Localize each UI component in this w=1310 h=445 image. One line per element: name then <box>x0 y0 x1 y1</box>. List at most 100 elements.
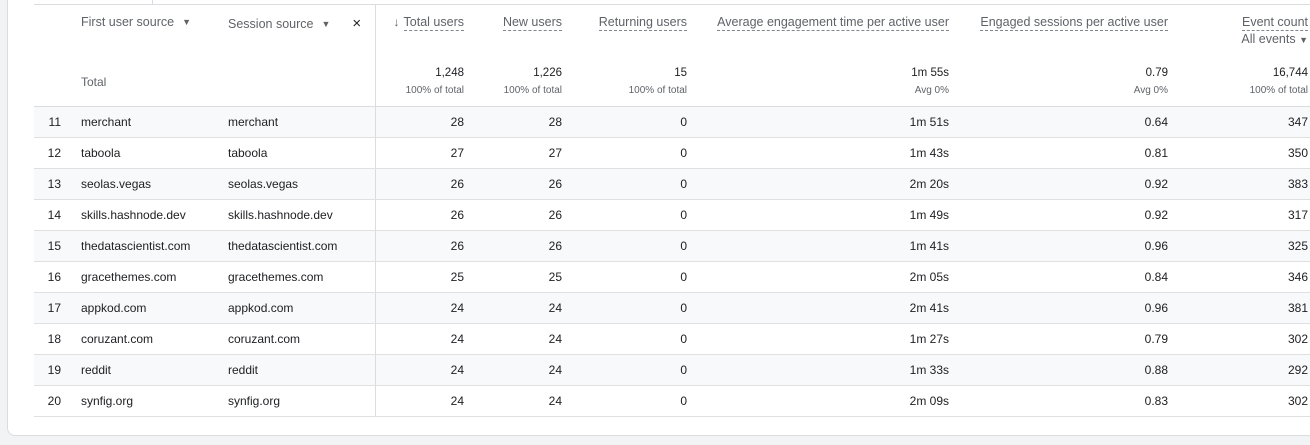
session-source-cell: coruzant.com <box>228 323 376 355</box>
event-count-cell: 383 <box>1172 168 1310 200</box>
dimension-header-session-source[interactable]: Session source ▼ × <box>228 4 376 58</box>
table-row: 14 skills.hashnode.dev skills.hashnode.dev… <box>34 199 1310 231</box>
first-user-source-cell: coruzant.com <box>81 323 228 355</box>
total-percent: 100% of total <box>503 85 562 97</box>
session-source-cell: gracethemes.com <box>228 261 376 293</box>
event-filter-dropdown[interactable]: All events ▼ <box>1172 32 1308 46</box>
metric-label: Event count <box>1241 15 1308 31</box>
total-users-cell: 24 <box>375 292 468 324</box>
first-user-source-cell: skills.hashnode.dev <box>81 199 228 231</box>
event-count-cell: 346 <box>1172 261 1310 293</box>
event-count-cell: 347 <box>1172 106 1310 138</box>
total-users-cell: 26 <box>375 199 468 231</box>
total-percent: Avg 0% <box>1133 85 1168 97</box>
avg-engagement-cell: 2m 05s <box>691 261 953 293</box>
session-source-cell: appkod.com <box>228 292 376 324</box>
new-users-cell: 24 <box>468 292 566 324</box>
engaged-sessions-cell: 0.92 <box>953 168 1172 200</box>
table-row: 17 appkod.com appkod.com 24 24 0 2m 41s 0.96 381 <box>34 292 1310 324</box>
session-source-cell: merchant <box>228 106 376 138</box>
total-value: 15 <box>674 67 687 80</box>
engaged-sessions-cell: 0.84 <box>953 261 1172 293</box>
session-source-cell: synfig.org <box>228 385 376 417</box>
avg-engagement-cell: 1m 51s <box>691 106 953 138</box>
total-users-cell: 26 <box>375 168 468 200</box>
new-users-cell: 27 <box>468 137 566 169</box>
table-row: 18 coruzant.com coruzant.com 24 24 0 1m 27s 0.7… <box>34 323 1310 355</box>
row-index: 17 <box>34 292 81 324</box>
row-index: 13 <box>34 168 81 200</box>
total-users-cell: 25 <box>375 261 468 293</box>
dimension-label: First user source <box>81 15 175 29</box>
sort-descending-icon[interactable]: ↓ <box>394 15 400 29</box>
row-index: 14 <box>34 199 81 231</box>
table-row: 19 reddit reddit 24 24 0 1m 33s 0.88 292 <box>34 354 1310 386</box>
returning-users-cell: 0 <box>566 168 691 200</box>
total-users-total: 1,248 100% of total <box>375 57 468 107</box>
total-value: 1,248 <box>435 67 464 80</box>
engaged-sessions-cell: 0.83 <box>953 385 1172 417</box>
metric-label: Engaged sessions per active user <box>980 15 1168 31</box>
close-icon[interactable]: × <box>352 15 361 32</box>
engaged-sessions-cell: 0.96 <box>953 292 1172 324</box>
table-row: 16 gracethemes.com gracethemes.com 25 25 0 2m … <box>34 261 1310 293</box>
new-users-total: 1,226 100% of total <box>468 57 566 107</box>
engaged-sessions-total: 0.79 Avg 0% <box>953 57 1172 107</box>
metric-label: Returning users <box>598 15 687 31</box>
dimension-header-first-user-source[interactable]: First user source ▼ <box>81 4 228 58</box>
returning-users-cell: 0 <box>566 137 691 169</box>
total-users-cell: 27 <box>375 137 468 169</box>
session-source-cell: reddit <box>228 354 376 386</box>
returning-users-cell: 0 <box>566 292 691 324</box>
total-value: 1,226 <box>533 67 562 80</box>
caret-down-icon[interactable]: ▼ <box>321 19 330 29</box>
engaged-sessions-cell: 0.88 <box>953 354 1172 386</box>
first-user-source-cell: synfig.org <box>81 385 228 417</box>
avg-engagement-cell: 1m 43s <box>691 137 953 169</box>
metric-header-event-count[interactable]: Event count All events ▼ <box>1172 4 1310 58</box>
avg-engagement-cell: 1m 41s <box>691 230 953 262</box>
total-users-cell: 26 <box>375 230 468 262</box>
new-users-cell: 28 <box>468 106 566 138</box>
totals-label: Total <box>34 57 228 107</box>
first-user-source-cell: merchant <box>81 106 228 138</box>
event-count-cell: 350 <box>1172 137 1310 169</box>
caret-down-icon[interactable]: ▼ <box>1299 35 1308 45</box>
new-users-cell: 24 <box>468 385 566 417</box>
metric-header-returning-users[interactable]: Returning users <box>566 4 691 58</box>
avg-engagement-cell: 1m 27s <box>691 323 953 355</box>
row-index: 20 <box>34 385 81 417</box>
session-source-cell: thedatascientist.com <box>228 230 376 262</box>
total-users-cell: 24 <box>375 323 468 355</box>
metric-header-new-users[interactable]: New users <box>468 4 566 58</box>
row-index: 18 <box>34 323 81 355</box>
avg-engagement-cell: 2m 41s <box>691 292 953 324</box>
total-users-cell: 28 <box>375 106 468 138</box>
metric-header-engaged-sessions[interactable]: Engaged sessions per active user <box>953 4 1172 58</box>
total-percent: 100% of total <box>628 85 687 97</box>
row-index: 16 <box>34 261 81 293</box>
metric-header-avg-engagement-time[interactable]: Average engagement time per active user <box>691 4 953 58</box>
total-percent: 100% of total <box>1249 85 1308 97</box>
dimension-label: Session source <box>228 16 314 31</box>
table-row: 12 taboola taboola 27 27 0 1m 43s 0.81 350 <box>34 137 1310 169</box>
caret-down-icon[interactable]: ▼ <box>182 17 191 27</box>
first-user-source-cell: gracethemes.com <box>81 261 228 293</box>
event-count-cell: 325 <box>1172 230 1310 262</box>
returning-users-cell: 0 <box>566 230 691 262</box>
first-user-source-cell: reddit <box>81 354 228 386</box>
session-source-cell: taboola <box>228 137 376 169</box>
metric-label: Average engagement time per active user <box>717 15 949 31</box>
event-count-cell: 381 <box>1172 292 1310 324</box>
row-index: 19 <box>34 354 81 386</box>
event-count-cell: 302 <box>1172 323 1310 355</box>
avg-engagement-cell: 2m 20s <box>691 168 953 200</box>
event-filter-label: All events <box>1241 32 1296 46</box>
new-users-cell: 26 <box>468 168 566 200</box>
engaged-sessions-cell: 0.81 <box>953 137 1172 169</box>
total-users-cell: 24 <box>375 385 468 417</box>
first-user-source-cell: appkod.com <box>81 292 228 324</box>
table-row: 13 seolas.vegas seolas.vegas 26 26 0 2m 20s 0.9… <box>34 168 1310 200</box>
avg-engagement-total: 1m 55s Avg 0% <box>691 57 953 107</box>
metric-header-total-users[interactable]: ↓ Total users <box>375 4 468 58</box>
